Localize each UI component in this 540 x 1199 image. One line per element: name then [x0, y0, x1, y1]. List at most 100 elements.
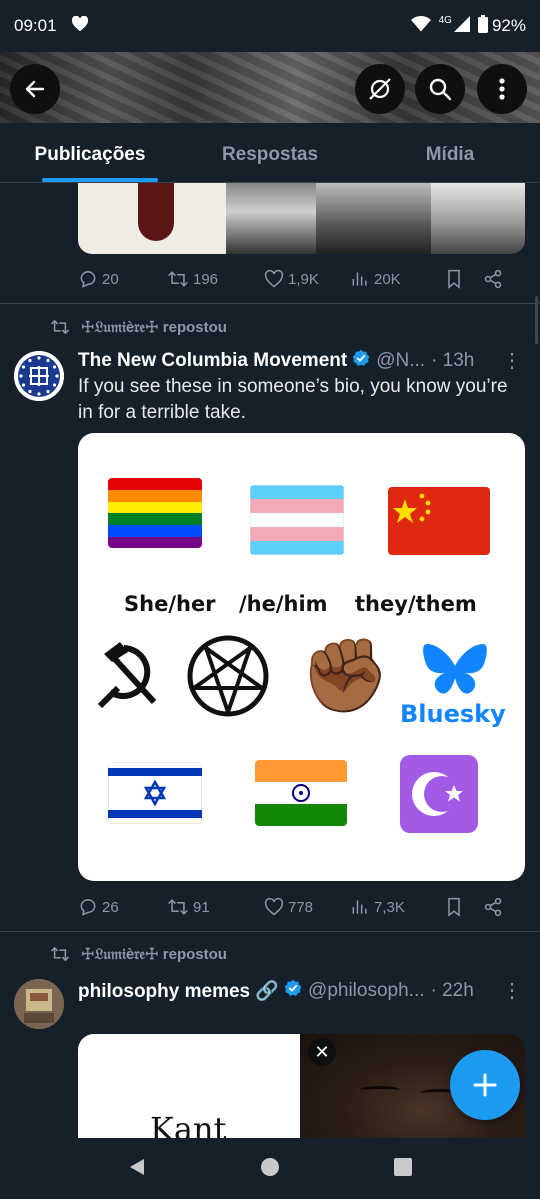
repost-indicator[interactable]: ☩𝔏𝔲𝔪𝔦è𝔯𝔢☩ repostou [50, 318, 227, 336]
views-count: 20K [374, 270, 401, 288]
repost-button[interactable]: 196 [167, 269, 264, 289]
share-button[interactable] [483, 897, 503, 917]
repost-button[interactable]: 91 [167, 897, 264, 917]
square-recents-icon [394, 1157, 413, 1176]
back-button[interactable] [10, 64, 60, 114]
grok-icon [369, 78, 391, 100]
star-crescent-icon [400, 755, 478, 837]
post-divider [0, 303, 540, 304]
tab-midia[interactable]: Mídia [360, 123, 540, 182]
post-more-icon[interactable]: ⋮ [502, 348, 522, 373]
post-time: · 22h [430, 979, 474, 1001]
search-button[interactable] [415, 64, 465, 114]
share-icon [484, 269, 502, 289]
china-flag-icon [388, 487, 490, 555]
reply-count: 20 [102, 270, 119, 288]
avatar[interactable] [14, 351, 64, 401]
pronoun-they-them: they/them [355, 592, 477, 616]
heart-icon [71, 15, 89, 37]
compose-button[interactable] [450, 1050, 520, 1120]
grok-button[interactable] [355, 64, 405, 114]
image-portrait-3 [431, 183, 525, 254]
more-options-button[interactable] [477, 64, 527, 114]
profile-tabs: Publicações Respostas Mídia [0, 123, 540, 183]
india-flag-icon [255, 760, 347, 826]
tab-label: Publicações [34, 144, 146, 165]
tab-respostas[interactable]: Respostas [180, 123, 360, 182]
more-vertical-icon [499, 78, 505, 100]
close-icon[interactable]: ✕ [308, 1038, 336, 1066]
verified-badge-icon [284, 979, 302, 1003]
reply-count: 26 [102, 898, 119, 916]
post-more-icon[interactable]: ⋮ [502, 978, 522, 1003]
repost-icon [50, 319, 70, 335]
nav-back-button[interactable] [127, 1157, 147, 1181]
bookmark-icon [448, 897, 460, 917]
share-icon [484, 897, 502, 917]
like-count: 778 [288, 898, 314, 916]
status-time: 09:01 [14, 16, 57, 35]
bookmark-button[interactable] [445, 269, 483, 289]
reply-icon [80, 899, 96, 916]
reply-button[interactable]: 26 [78, 897, 167, 917]
post-header: The New Columbia Movement @N... · 13h ⋮ [78, 348, 522, 373]
repost-label: ☩𝔏𝔲𝔪𝔦è𝔯𝔢☩ repostou [81, 946, 227, 963]
signal-icon [453, 15, 470, 37]
like-button[interactable]: 1,9K [264, 269, 350, 289]
bookmark-icon [448, 269, 460, 289]
views-button[interactable]: 7,3K [350, 897, 445, 917]
repost-indicator[interactable]: ☩𝔏𝔲𝔪𝔦è𝔯𝔢☩ repostou [50, 945, 227, 963]
bluesky-butterfly-icon [423, 642, 487, 702]
repost-count: 91 [193, 898, 210, 916]
bluesky-wordmark: Bluesky [400, 700, 506, 728]
tab-publicacoes[interactable]: Publicações [0, 123, 180, 182]
israel-flag-icon [108, 762, 202, 824]
post-header: philosophy memes 🔗 @philosoph... · 22h ⋮ [78, 978, 522, 1003]
triangle-back-icon [129, 1158, 144, 1175]
verified-badge-icon [352, 349, 370, 373]
network-type: 4G [438, 14, 452, 26]
rainbow-flag-icon [108, 478, 202, 548]
share-button[interactable] [483, 269, 503, 289]
views-count: 7,3K [374, 898, 405, 916]
nav-home-button[interactable] [260, 1157, 280, 1181]
reply-button[interactable]: 20 [78, 269, 167, 289]
repost-icon [168, 899, 188, 915]
heart-icon [264, 269, 284, 288]
author-name[interactable]: philosophy memes 🔗 [78, 979, 279, 1003]
post-time: · 13h [431, 349, 475, 371]
author-handle[interactable]: @philosoph... [308, 980, 424, 1002]
battery-level: 92% [491, 16, 526, 35]
image-portrait-2 [316, 183, 431, 254]
philosophy-memes-avatar-icon [14, 979, 64, 1029]
image-drawing [78, 183, 226, 254]
post-divider [0, 931, 540, 932]
repost-icon [168, 271, 188, 287]
views-button[interactable]: 20K [350, 269, 445, 289]
author-handle[interactable]: @N... [376, 350, 425, 372]
hammer-sickle-icon [96, 640, 162, 714]
pronoun-she-her: She/her [124, 592, 216, 616]
transgender-flag-icon [250, 485, 344, 555]
raised-fist-icon: ✊🏾 [300, 633, 390, 717]
author-name[interactable]: The New Columbia Movement [78, 350, 347, 372]
tab-label: Mídia [425, 144, 475, 165]
bookmark-button[interactable] [445, 897, 483, 917]
pronoun-he-him: /he/him [239, 592, 328, 616]
post-image-grid[interactable] [78, 183, 525, 254]
post-text: If you see these in someone’s bio, you k… [78, 376, 508, 423]
plus-icon [473, 1073, 497, 1097]
views-icon [352, 900, 367, 914]
post-actions: 26 91 778 7,3K [78, 892, 525, 922]
nav-recents-button[interactable] [393, 1157, 413, 1181]
views-icon [352, 272, 367, 286]
tab-label: Respostas [221, 144, 319, 165]
avatar[interactable] [14, 979, 64, 1029]
new-columbia-logo-icon [14, 351, 64, 401]
heart-icon [264, 897, 284, 916]
repost-count: 196 [193, 270, 219, 288]
meme-text-panel: Kant [78, 1034, 300, 1144]
scroll-indicator[interactable] [535, 296, 538, 344]
repost-label: ☩𝔏𝔲𝔪𝔦è𝔯𝔢☩ repostou [81, 319, 227, 336]
like-button[interactable]: 778 [264, 897, 350, 917]
